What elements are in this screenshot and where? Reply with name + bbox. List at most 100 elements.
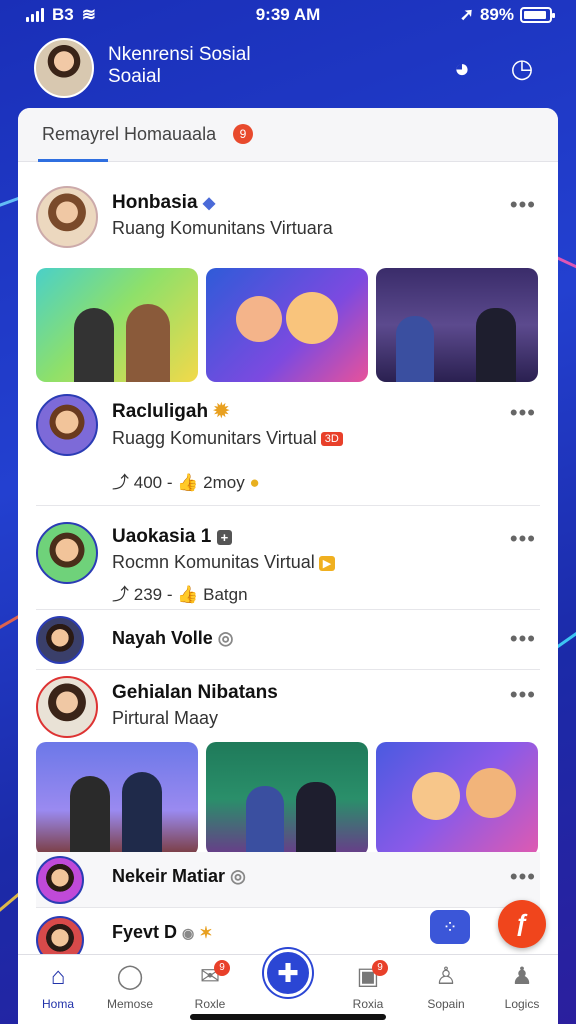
more-options-icon[interactable]: ••• <box>510 626 536 652</box>
media-thumbnail[interactable] <box>36 742 198 856</box>
profile-avatar[interactable] <box>34 38 94 98</box>
share-icon[interactable]: ⤴ <box>112 473 129 492</box>
verified-icon: ◆ <box>202 195 216 212</box>
media-figure <box>476 308 516 382</box>
share-icon[interactable]: ⤴ <box>112 585 129 604</box>
media-figure <box>70 776 110 856</box>
like-icon[interactable]: 👍 <box>177 473 198 492</box>
stat-count: 239 <box>133 585 163 604</box>
nav-home[interactable]: ⌂ Homa <box>20 963 96 1011</box>
post-subtitle: Pirtural Maay <box>112 708 219 728</box>
avatar[interactable] <box>36 616 84 664</box>
nav-logics[interactable]: ♟ Logics <box>484 963 560 1011</box>
status-icon: ◉ <box>182 925 195 941</box>
status-icon: ◎ <box>230 866 246 886</box>
stat-likes: Batgn <box>203 585 248 604</box>
nav-label: Memose <box>106 997 153 1011</box>
stat-likes: 2moy <box>203 473 245 492</box>
book-icon: ▣ <box>356 963 380 990</box>
nav-badge: 9 <box>214 960 230 976</box>
avatar[interactable] <box>36 186 98 248</box>
status-bar: B3 ≋ 9:39 AM ➚ 89% <box>0 0 576 30</box>
post-subtitle: Rocmn Komunitas Virtual ▶ <box>112 552 336 573</box>
stat-separator: - <box>166 585 178 604</box>
feed-tabbar: Remayrel Homauaala 9 <box>18 108 558 162</box>
compose-button[interactable]: ƒ <box>498 900 546 948</box>
feed-post[interactable]: Honbasia ◆ Ruang Komunitans Virtuara ••• <box>18 162 558 402</box>
post-tag: 3D <box>320 432 343 447</box>
add-icon[interactable]: + <box>216 530 233 545</box>
avatar[interactable] <box>36 394 98 456</box>
post-stats: ⤴ 239 - 👍 Batgn <box>112 580 248 605</box>
post-tag-icon: ▶ <box>318 555 336 571</box>
more-options-icon[interactable]: ••• <box>510 192 536 218</box>
post-author: Honbasia ◆ <box>112 192 216 213</box>
post-author: Racluligah ✹ <box>112 401 230 422</box>
media-figure <box>396 316 434 382</box>
nav-label: Homa <box>41 997 74 1011</box>
nav-label: Roxle <box>194 997 226 1011</box>
more-options-icon[interactable]: ••• <box>510 864 536 890</box>
post-media <box>36 268 538 382</box>
feed-card: Remayrel Homauaala 9 Honbasia ◆ Ruang Ko… <box>18 108 558 958</box>
nav-badge: 9 <box>372 960 388 976</box>
create-button[interactable]: ✚ <box>264 949 312 997</box>
notification-icon[interactable]: ◕ <box>444 50 480 86</box>
nav-label: Sopain <box>427 997 465 1011</box>
nav-memose[interactable]: ◯ Memose <box>92 963 168 1011</box>
chat-icon: ◯ <box>116 963 144 990</box>
nav-sopain[interactable]: ♙ Sopain <box>408 963 484 1011</box>
post-author: Fyevt D ◉ ✶ <box>112 922 213 942</box>
media-figure <box>126 304 170 382</box>
battery-percent: 89% <box>479 5 514 24</box>
media-figure <box>74 308 114 382</box>
clock-icon[interactable]: ◷ <box>504 50 540 86</box>
post-subtitle: Ruagg Komunitars Virtual 3D <box>112 428 343 449</box>
tab-feed[interactable]: Remayrel Homauaala <box>42 124 216 145</box>
media-thumbnail[interactable] <box>36 268 198 382</box>
media-figure <box>286 292 338 344</box>
media-figure <box>466 768 516 818</box>
message-icon: ✉ <box>199 963 221 990</box>
media-figure <box>296 782 336 856</box>
post-author: Uaokasia 1 + <box>112 526 233 548</box>
nav-roxia[interactable]: ▣ 9 Roxia <box>330 960 406 1011</box>
feed-post[interactable]: Racluligah ✹ Ruagg Komunitars Virtual 3D … <box>36 382 540 506</box>
post-author: Gehialan Nibatans <box>112 682 278 703</box>
media-thumbnail[interactable] <box>376 742 538 856</box>
media-figure <box>246 786 284 856</box>
more-options-icon[interactable]: ••• <box>510 526 536 552</box>
avatar[interactable] <box>36 856 84 904</box>
feed-post[interactable]: Uaokasia 1 + Rocmn Komunitas Virtual ▶ ⤴ … <box>36 506 540 610</box>
avatar[interactable] <box>36 676 98 738</box>
person-icon: ♙ <box>435 963 457 990</box>
nav-roxle[interactable]: ✉ 9 Roxle <box>172 960 248 1011</box>
avatar[interactable] <box>36 522 98 584</box>
location-icon: ➚ <box>459 5 474 24</box>
emoji-icon: ● <box>249 473 260 492</box>
post-media <box>36 742 538 856</box>
grid-menu-button[interactable]: ⁘ <box>430 910 470 944</box>
media-figure <box>122 772 162 856</box>
tab-badge: 9 <box>233 124 253 144</box>
star-icon: ✶ <box>199 925 213 942</box>
app-header: Nkenrensi Sosial Soaial ◕ ◷ <box>0 36 576 100</box>
feed-post[interactable]: Nayah Volle ◎ ••• <box>36 610 540 670</box>
more-options-icon[interactable]: ••• <box>510 682 536 708</box>
media-thumbnail[interactable] <box>206 742 368 856</box>
post-author: Nayah Volle ◎ <box>112 628 234 648</box>
avatar[interactable] <box>36 916 84 958</box>
stat-count: 400 <box>133 473 163 492</box>
feed-post[interactable]: Nekeir Matiar ◎ ••• <box>36 852 540 908</box>
feed-post[interactable]: Gehialan Nibatans Pirtural Maay ••• <box>18 670 558 860</box>
like-icon[interactable]: 👍 <box>177 585 198 604</box>
app-title: Nkenrensi Sosial Soaial <box>108 44 251 87</box>
nav-label: Roxia <box>352 997 384 1011</box>
media-thumbnail[interactable] <box>206 268 368 382</box>
battery-icon <box>520 7 555 23</box>
home-icon: ⌂ <box>50 963 66 990</box>
media-thumbnail[interactable] <box>376 268 538 382</box>
media-figure <box>412 772 460 820</box>
status-right: ➚ 89% <box>459 5 555 25</box>
more-options-icon[interactable]: ••• <box>510 400 536 426</box>
